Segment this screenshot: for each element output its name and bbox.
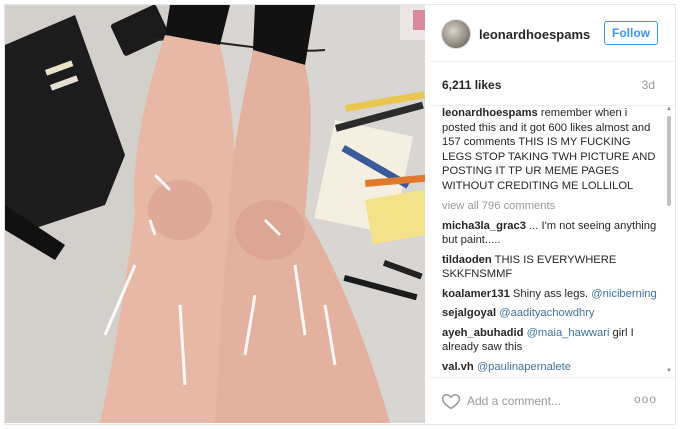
view-all-comments-link[interactable]: view all 796 comments [442,199,658,214]
follow-button[interactable]: Follow [604,21,658,45]
comment-username[interactable]: tildaoden [442,254,492,266]
more-options-icon[interactable]: ooo [634,392,657,406]
comment-bar: Add a comment... ooo [429,377,675,424]
comment-username[interactable]: sejalgoyal [442,307,496,319]
comment-mention[interactable]: @paulinapernalete [477,361,571,373]
caption-text: remember when i posted this and it got 6… [442,107,656,192]
caption-username[interactable]: leonardhoespams [442,107,538,119]
comment-mention[interactable]: @niciberning [591,288,656,300]
scroll-up-icon[interactable]: ▲ [666,106,672,112]
comments-list: leonardhoespams remember when i posted t… [442,106,658,376]
legs-image [5,5,425,423]
comment-mention[interactable]: @maia_hawwari [527,327,610,339]
likes-count[interactable]: 6,211 likes [442,78,501,92]
likes-row: 6,211 likes 3d [429,61,675,106]
username-link[interactable]: leonardhoespams [479,27,590,42]
comment: val.vh @paulinapernalete [442,360,658,375]
post-sidebar: leonardhoespams Follow 6,211 likes 3d le… [429,5,675,423]
comment: sejalgoyal @aadityachowdhry [442,306,658,321]
heart-icon[interactable] [441,391,461,411]
scroll-down-icon[interactable]: ▼ [666,368,672,374]
comment: micha3la_grac3 ... I'm not seeing anythi… [442,219,658,248]
post-photo[interactable] [5,5,425,423]
post-age[interactable]: 3d [642,78,655,92]
add-comment-input[interactable]: Add a comment... [467,394,561,408]
comment: ayeh_abuhadid @maia_hawwari girl I alrea… [442,326,658,355]
comment: koalamer131 Shiny ass legs. @niciberning [442,287,658,302]
comment-username[interactable]: val.vh [442,361,474,373]
comment-text: Shiny ass legs. [512,287,592,300]
post-header: leonardhoespams Follow [429,5,675,62]
comment-username[interactable]: micha3la_grac3 [442,220,526,232]
comment-mention[interactable]: @aadityachowdhry [499,307,594,319]
avatar[interactable] [441,19,471,49]
comment: tildaoden THIS IS EVERYWHERE SKKFNSMMF [442,253,658,282]
comment-username[interactable]: koalamer131 [442,288,510,300]
caption: leonardhoespams remember when i posted t… [442,106,658,193]
scrollbar-thumb[interactable] [667,116,671,206]
comment-username[interactable]: ayeh_abuhadid [442,327,523,339]
comments-scrollbar[interactable]: ▲ ▼ [665,106,673,374]
